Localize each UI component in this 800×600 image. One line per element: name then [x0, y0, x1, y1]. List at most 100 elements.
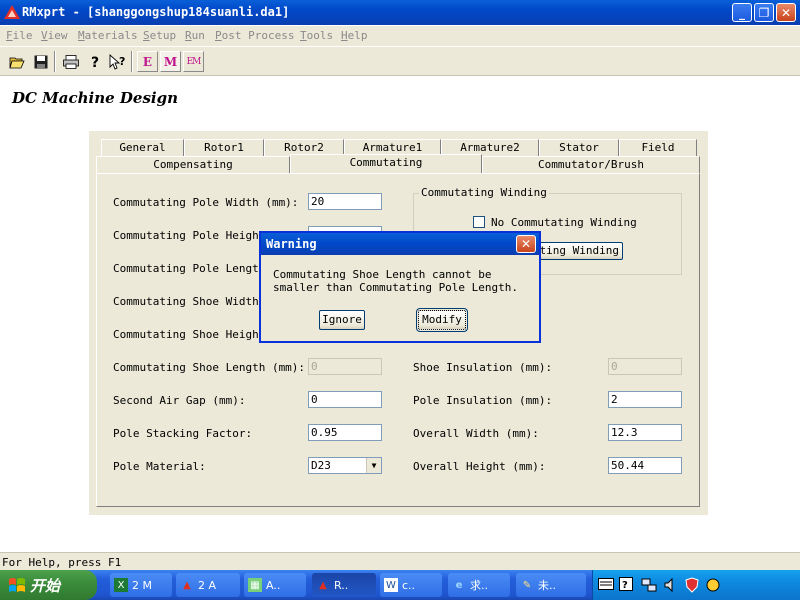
question-mark-icon: ? [91, 55, 99, 70]
task-word[interactable]: W c.. [380, 573, 442, 597]
volume-icon[interactable] [663, 577, 679, 593]
ignore-button[interactable]: Ignore [319, 310, 365, 330]
menu-view[interactable]: View [41, 29, 68, 42]
m-button[interactable]: M [160, 51, 181, 72]
start-button[interactable]: 开始 [0, 570, 97, 600]
commutating-winding-group-title: Commutating Winding [419, 186, 549, 199]
system-tray: ? [592, 570, 800, 600]
shoe-length-input[interactable]: 0 [308, 358, 382, 375]
tab-rotor1[interactable]: Rotor1 [184, 139, 264, 156]
warning-dialog: Warning ✕ Commutating Shoe Length cannot… [259, 231, 541, 343]
stacking-factor-input[interactable]: 0.95 [308, 424, 382, 441]
task-excel[interactable]: X 2 M [110, 573, 172, 597]
paint-icon: ✎ [522, 579, 532, 591]
context-help-button[interactable]: ? [107, 51, 128, 72]
shoe-width-label: Commutating Shoe Width ( [113, 295, 272, 308]
m-icon: M [163, 54, 178, 69]
tab-commutating[interactable]: Commutating [290, 154, 482, 173]
printer-icon [62, 54, 79, 69]
tab-commutator-brush[interactable]: Commutator/Brush [482, 156, 700, 173]
menu-post-process[interactable]: Post Process [215, 29, 294, 42]
menu-materials[interactable]: Materials [78, 29, 138, 42]
pole-width-input[interactable]: 20 [308, 193, 382, 210]
ie-browser-icon: e [455, 579, 463, 591]
dialog-close-button[interactable]: ✕ [516, 235, 536, 253]
overall-height-label: Overall Height (mm): [413, 460, 546, 473]
print-button[interactable] [60, 51, 81, 72]
em-icon: EM [186, 56, 202, 67]
app-window-icon: ▦ [248, 578, 262, 592]
svg-text:?: ? [622, 580, 628, 591]
menu-tools[interactable]: Tools [300, 29, 333, 42]
pole-length-label: Commutating Pole Length [113, 262, 266, 275]
dialog-title[interactable]: Warning [261, 233, 539, 255]
no-commutating-winding-label: No Commutating Winding [491, 216, 637, 229]
shoe-height-label: Commutating Shoe Height [113, 328, 266, 341]
security-shield-icon[interactable] [685, 577, 699, 593]
shoe-insulation-label: Shoe Insulation (mm): [413, 361, 553, 374]
menu-file[interactable]: File [6, 29, 33, 42]
rmxprt-task-icon: ▲ [319, 579, 327, 591]
toolbar-separator [131, 51, 133, 72]
save-button[interactable] [30, 51, 51, 72]
floppy-disk-icon [34, 55, 47, 68]
open-folder-icon [8, 57, 25, 68]
overall-width-input[interactable]: 12.3 [608, 424, 682, 441]
task-browser[interactable]: e 求.. [448, 573, 510, 597]
network-icon[interactable] [641, 577, 657, 593]
window-title: RMxprt - [shanggongshup184suanli.da1] [22, 5, 290, 19]
tray-app-icon[interactable] [705, 577, 721, 593]
dialog-message: Commutating Shoe Length cannot be smalle… [273, 268, 519, 294]
task-app-a[interactable]: ▦ A.. [244, 573, 306, 597]
toolbar: ? ? E M EM [0, 47, 800, 76]
shoe-insulation-input[interactable]: 0 [608, 358, 682, 375]
em-button[interactable]: EM [183, 51, 204, 72]
e-button[interactable]: E [137, 51, 158, 72]
task-rmxprt[interactable]: ▲ R.. [312, 573, 376, 597]
tab-general[interactable]: General [101, 139, 184, 156]
shoe-length-label: Commutating Shoe Length (mm): [113, 361, 306, 374]
tab-compensating[interactable]: Compensating [96, 156, 290, 173]
restore-button[interactable]: ❐ [754, 3, 774, 22]
start-label: 开始 [30, 576, 61, 595]
task-paint[interactable]: ✎ 未.. [516, 573, 586, 597]
menu-run[interactable]: Run [185, 29, 205, 42]
modify-button[interactable]: Modify [416, 308, 468, 332]
title-bar[interactable]: RMxprt - [shanggongshup184suanli.da1] _ … [0, 0, 800, 25]
svg-text:?: ? [119, 55, 125, 68]
stacking-factor-label: Pole Stacking Factor: [113, 427, 253, 440]
pole-material-label: Pole Material: [113, 460, 206, 473]
keyboard-icon[interactable] [598, 578, 614, 590]
overall-width-label: Overall Width (mm): [413, 427, 539, 440]
pole-material-select[interactable]: D23 ▼ [308, 457, 382, 474]
tab-field[interactable]: Field [619, 139, 697, 156]
pole-material-value: D23 [311, 459, 331, 472]
menu-help[interactable]: Help [341, 29, 368, 42]
page-title: DC Machine Design [12, 89, 178, 107]
help-icon[interactable]: ? [619, 577, 633, 591]
excel-icon: X [114, 578, 128, 592]
close-button[interactable]: ✕ [776, 3, 796, 22]
task-ansoft[interactable]: ▲ 2 A [176, 573, 240, 597]
status-text: For Help, press F1 [2, 556, 122, 569]
svg-text:?: ? [91, 55, 99, 70]
pole-height-label: Commutating Pole Height [113, 229, 266, 242]
second-air-gap-input[interactable]: 0 [308, 391, 382, 408]
no-commutating-winding-checkbox[interactable] [473, 216, 485, 228]
pole-insulation-input[interactable]: 2 [608, 391, 682, 408]
about-button[interactable]: ? [84, 51, 105, 72]
chevron-down-icon[interactable]: ▼ [366, 458, 381, 473]
minimize-button[interactable]: _ [732, 3, 752, 22]
ansoft-icon: ▲ [183, 579, 191, 591]
status-bar: For Help, press F1 [0, 552, 800, 570]
open-button[interactable] [6, 51, 27, 72]
e-icon: E [142, 54, 153, 69]
pole-insulation-label: Pole Insulation (mm): [413, 394, 553, 407]
menu-setup[interactable]: Setup [143, 29, 176, 42]
word-document-icon: W [384, 578, 398, 592]
taskbar: 开始 X 2 M ▲ 2 A ▦ A.. ▲ R.. W c.. e 求.. ✎… [0, 570, 800, 600]
tab-stator[interactable]: Stator [539, 139, 619, 156]
help-pointer-icon: ? [109, 53, 125, 70]
menu-bar: File View Materials Setup Run Post Proce… [0, 26, 800, 46]
overall-height-input[interactable]: 50.44 [608, 457, 682, 474]
